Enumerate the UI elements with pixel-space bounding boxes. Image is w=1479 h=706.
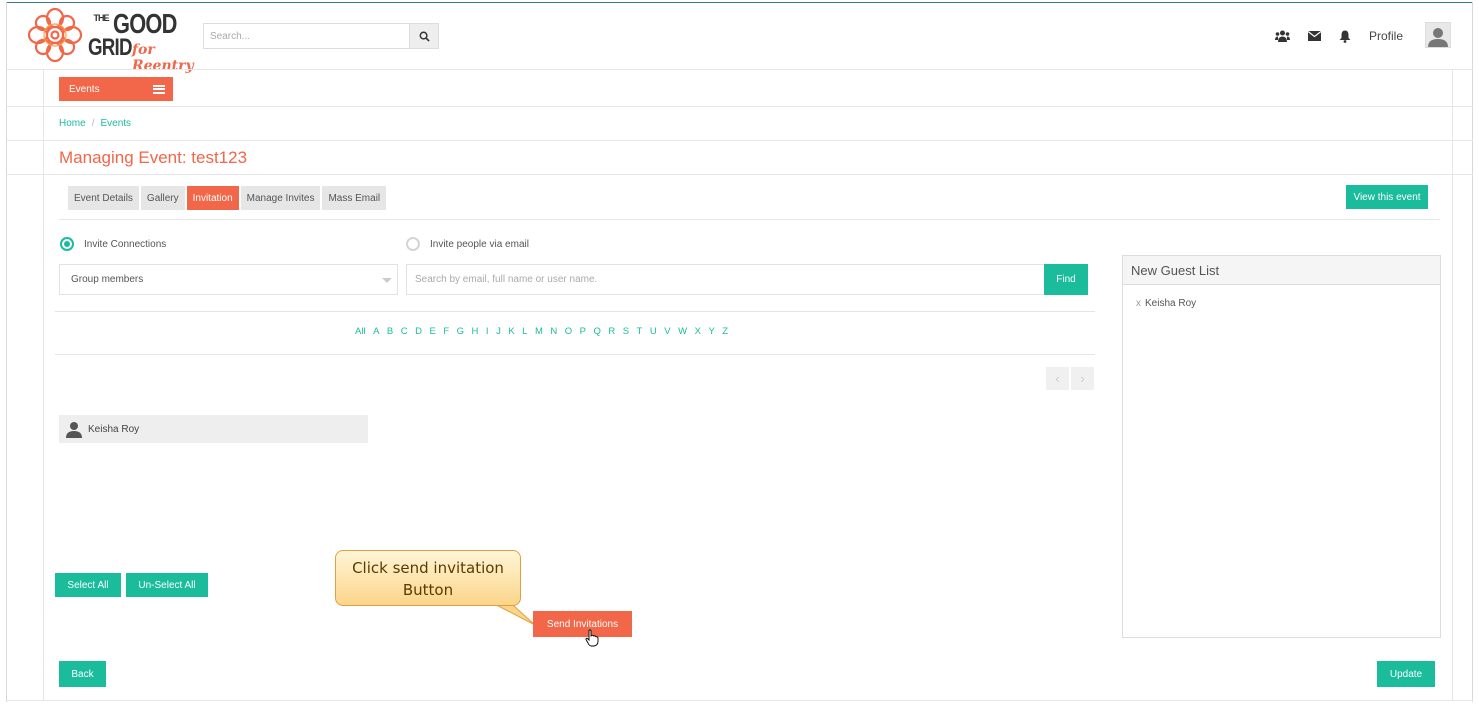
alpha-z[interactable]: Z (722, 326, 728, 337)
back-button[interactable]: Back (59, 661, 106, 687)
menu-divider (6, 106, 1473, 107)
header-divider (6, 69, 1473, 70)
find-button[interactable]: Find (1044, 264, 1088, 295)
alphabet-filter: All A B C D E F G H I J K L M N O P Q R … (355, 326, 736, 337)
avatar-icon[interactable] (1425, 22, 1451, 48)
event-tabs: Event Details Gallery Invitation Manage … (68, 186, 387, 210)
alpha-u[interactable]: U (650, 326, 657, 337)
content-right-border (1452, 69, 1453, 700)
alpha-w[interactable]: W (678, 326, 687, 337)
frame-left-border (6, 2, 7, 702)
alpha-e[interactable]: E (430, 326, 436, 337)
breadcrumb-home[interactable]: Home (59, 118, 86, 129)
guest-item: x Keisha Roy (1136, 298, 1196, 309)
people-search-placeholder: Search by email, full name or user name. (415, 274, 598, 285)
header-search (203, 23, 439, 49)
person-card[interactable]: Keisha Roy (59, 415, 368, 443)
alpha-q[interactable]: Q (593, 326, 600, 337)
alpha-o[interactable]: O (565, 326, 572, 337)
remove-guest-icon[interactable]: x (1136, 298, 1141, 309)
person-name: Keisha Roy (88, 423, 140, 435)
alphabet-top-divider (55, 311, 1095, 312)
alpha-b[interactable]: B (387, 326, 393, 337)
alpha-h[interactable]: H (472, 326, 479, 337)
breadcrumb-separator: / (91, 118, 95, 129)
alpha-r[interactable]: R (608, 326, 615, 337)
alpha-a[interactable]: A (373, 326, 379, 337)
alpha-c[interactable]: C (401, 326, 408, 337)
search-icon (419, 31, 430, 42)
search-button[interactable] (409, 24, 438, 48)
guest-name: Keisha Roy (1145, 298, 1197, 309)
alpha-v[interactable]: V (664, 326, 670, 337)
logo-the-text: THE (93, 13, 110, 23)
tab-gallery[interactable]: Gallery (140, 186, 185, 210)
alpha-n[interactable]: N (550, 326, 557, 337)
alpha-g[interactable]: G (457, 326, 464, 337)
select-all-button[interactable]: Select All (55, 573, 121, 597)
profile-link[interactable]: Profile (1369, 29, 1403, 43)
group-select[interactable]: Group members (59, 264, 398, 295)
alpha-s[interactable]: S (623, 326, 629, 337)
envelope-icon[interactable] (1306, 29, 1322, 43)
group-select-value: Group members (71, 274, 144, 285)
invite-connections-radio[interactable] (60, 237, 74, 251)
view-event-button[interactable]: View this event (1346, 185, 1428, 209)
search-input[interactable] (204, 24, 410, 48)
people-search-input[interactable]: Search by email, full name or user name. (406, 264, 1045, 295)
update-button[interactable]: Update (1377, 661, 1435, 687)
callout-line-2: Button (402, 581, 454, 599)
unselect-all-button[interactable]: Un-Select All (126, 573, 208, 597)
logo-grid-text: GRID (88, 34, 132, 61)
caret-down-icon (382, 278, 392, 283)
page-title: Managing Event: test123 (59, 148, 248, 167)
title-divider (6, 174, 1473, 175)
alphabet-bottom-divider (55, 354, 1095, 355)
prev-page-button[interactable]: ‹ (1046, 367, 1069, 390)
events-menu-button[interactable]: Events (59, 77, 173, 101)
person-avatar-icon (65, 420, 83, 438)
tab-event-details[interactable]: Event Details (68, 186, 139, 210)
hand-cursor-icon (585, 629, 599, 647)
callout-line-1: Click send invitation (352, 559, 504, 577)
alpha-i[interactable]: I (486, 326, 489, 337)
alpha-t[interactable]: T (637, 326, 643, 337)
invite-connections-label: Invite Connections (84, 239, 167, 250)
alpha-all[interactable]: All (355, 326, 366, 337)
content-left-border (43, 69, 44, 700)
next-page-button[interactable]: › (1071, 367, 1094, 390)
invite-email-radio[interactable] (406, 237, 420, 251)
alpha-p[interactable]: P (580, 326, 586, 337)
alpha-x[interactable]: X (695, 326, 701, 337)
invite-email-label: Invite people via email (430, 239, 529, 250)
breadcrumb-events[interactable]: Events (100, 118, 131, 129)
breadcrumb-divider (6, 140, 1473, 141)
alpha-d[interactable]: D (415, 326, 422, 337)
site-logo[interactable]: THE GOOD GRID for Reentry (28, 6, 200, 74)
tab-manage-invites[interactable]: Manage Invites (240, 186, 321, 210)
alpha-y[interactable]: Y (708, 326, 714, 337)
guest-list-panel: New Guest List x Keisha Roy (1122, 255, 1441, 638)
bell-icon[interactable] (1337, 29, 1353, 43)
tab-invitation[interactable]: Invitation (186, 186, 239, 210)
tutorial-callout: Click send invitation Button (335, 550, 521, 606)
breadcrumb: Home / Events (59, 118, 131, 129)
tabs-divider (59, 219, 1440, 220)
alpha-k[interactable]: K (508, 326, 514, 337)
window-top-rule (6, 2, 1473, 3)
flower-logo-icon (28, 7, 83, 63)
alpha-m[interactable]: M (535, 326, 543, 337)
footer-divider (6, 700, 1473, 701)
frame-right-border (1472, 2, 1473, 702)
users-icon[interactable] (1274, 29, 1290, 43)
alpha-j[interactable]: J (496, 326, 501, 337)
alpha-f[interactable]: F (443, 326, 449, 337)
tab-mass-email[interactable]: Mass Email (322, 186, 387, 210)
hamburger-icon (153, 84, 165, 94)
send-invitations-button[interactable]: Send Invitations (533, 611, 632, 637)
events-menu-label: Events (69, 83, 100, 95)
alpha-l[interactable]: L (522, 326, 527, 337)
guest-list-title: New Guest List (1123, 256, 1440, 285)
